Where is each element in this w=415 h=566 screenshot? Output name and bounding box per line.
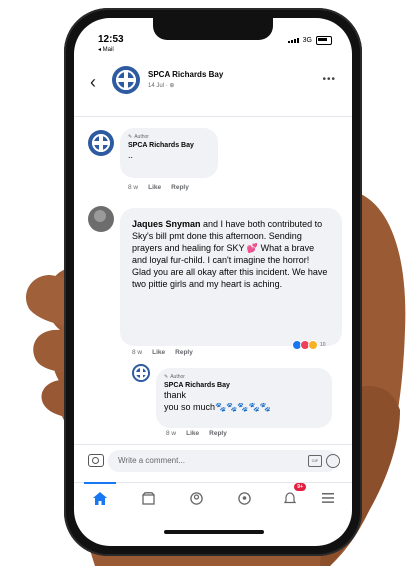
menu-hamburger-icon[interactable]	[318, 489, 338, 507]
status-bar-right: 3G	[287, 36, 332, 45]
comment-composer: Write a comment... GIF	[74, 450, 352, 476]
back-to-app-link[interactable]: ◂ Mail	[98, 46, 124, 53]
like-button[interactable]: Like	[152, 349, 165, 356]
home-tab-icon[interactable]	[90, 489, 110, 507]
comment-bubble: Jaques Snyman and I have both contribute…	[120, 208, 342, 346]
commenter-name[interactable]: Jaques Snyman	[132, 219, 201, 229]
care-reaction-icon	[308, 340, 318, 350]
more-options-icon[interactable]: •••	[322, 74, 336, 85]
battery-icon	[316, 36, 332, 45]
status-bar-left: 12:53 ◂ Mail	[98, 34, 124, 53]
author-badge: ✎ Author	[164, 374, 185, 380]
header-divider	[74, 116, 352, 117]
commenter-name[interactable]: SPCA Richards Bay	[164, 382, 324, 389]
notifications-bell-icon[interactable]: 9+	[280, 483, 306, 507]
reply-button[interactable]: Reply	[175, 349, 193, 356]
comment-text: Jaques Snyman and I have both contribute…	[132, 219, 328, 289]
status-time: 12:53	[98, 34, 124, 45]
page-avatar[interactable]	[112, 66, 140, 94]
reply-bubble: ✎ Author SPCA Richards Bay thank you so m…	[156, 368, 332, 428]
comment-avatar[interactable]	[88, 130, 114, 156]
commenter-name[interactable]: SPCA Richards Bay	[128, 142, 210, 149]
comment-actions: 8 w Like Reply	[132, 349, 193, 356]
reply-button[interactable]: Reply	[209, 430, 227, 437]
home-indicator	[164, 530, 264, 534]
groups-tab-icon[interactable]	[234, 489, 254, 507]
notch	[153, 18, 273, 40]
camera-icon[interactable]	[88, 454, 104, 467]
profile-tab-icon[interactable]	[186, 489, 206, 507]
reply-actions: 8 w Like Reply	[166, 430, 227, 437]
emoji-icon[interactable]	[326, 454, 340, 468]
active-tab-indicator	[84, 482, 116, 484]
author-badge: ✎ Author	[128, 134, 149, 140]
like-button[interactable]: Like	[148, 184, 161, 191]
notification-badge: 9+	[294, 483, 306, 491]
reaction-count: 10	[320, 342, 326, 348]
comment-bubble: ✎ Author SPCA Richards Bay ..	[120, 128, 218, 178]
phone-device: 12:53 ◂ Mail 3G ‹ SPCA Richards Bay 14 J…	[64, 8, 362, 556]
pencil-icon: ✎	[128, 134, 133, 140]
bottom-tab-bar: 9+	[74, 482, 352, 513]
comment-text: ..	[128, 150, 134, 160]
signal-icon	[287, 38, 299, 43]
composer-divider	[74, 444, 352, 445]
page-name[interactable]: SPCA Richards Bay	[148, 70, 223, 79]
reply-avatar[interactable]	[132, 364, 150, 382]
marketplace-tab-icon[interactable]	[138, 489, 158, 507]
like-button[interactable]: Like	[186, 430, 199, 437]
reply-text-line-1: thank	[164, 390, 187, 400]
comment-time: 8 w	[128, 184, 139, 191]
pencil-icon: ✎	[164, 374, 169, 380]
post-header: ‹ SPCA Richards Bay 14 Jul · ⊕ •••	[74, 66, 352, 102]
back-arrow-icon[interactable]: ‹	[90, 72, 96, 93]
comment-actions: 8 w Like Reply	[128, 184, 189, 191]
comment-time: 8 w	[166, 430, 177, 437]
reply-text-line-2: you so much🐾🐾🐾🐾🐾	[164, 402, 272, 412]
network-type: 3G	[302, 37, 312, 44]
gif-icon[interactable]: GIF	[308, 455, 322, 467]
phone-screen: 12:53 ◂ Mail 3G ‹ SPCA Richards Bay 14 J…	[74, 18, 352, 546]
comment-time: 8 w	[132, 349, 143, 356]
reply-button[interactable]: Reply	[171, 184, 189, 191]
comment-input[interactable]: Write a comment...	[108, 450, 338, 472]
reaction-summary[interactable]: 10	[292, 340, 326, 350]
post-meta: 14 Jul · ⊕	[148, 83, 175, 89]
user-avatar[interactable]	[88, 206, 114, 232]
